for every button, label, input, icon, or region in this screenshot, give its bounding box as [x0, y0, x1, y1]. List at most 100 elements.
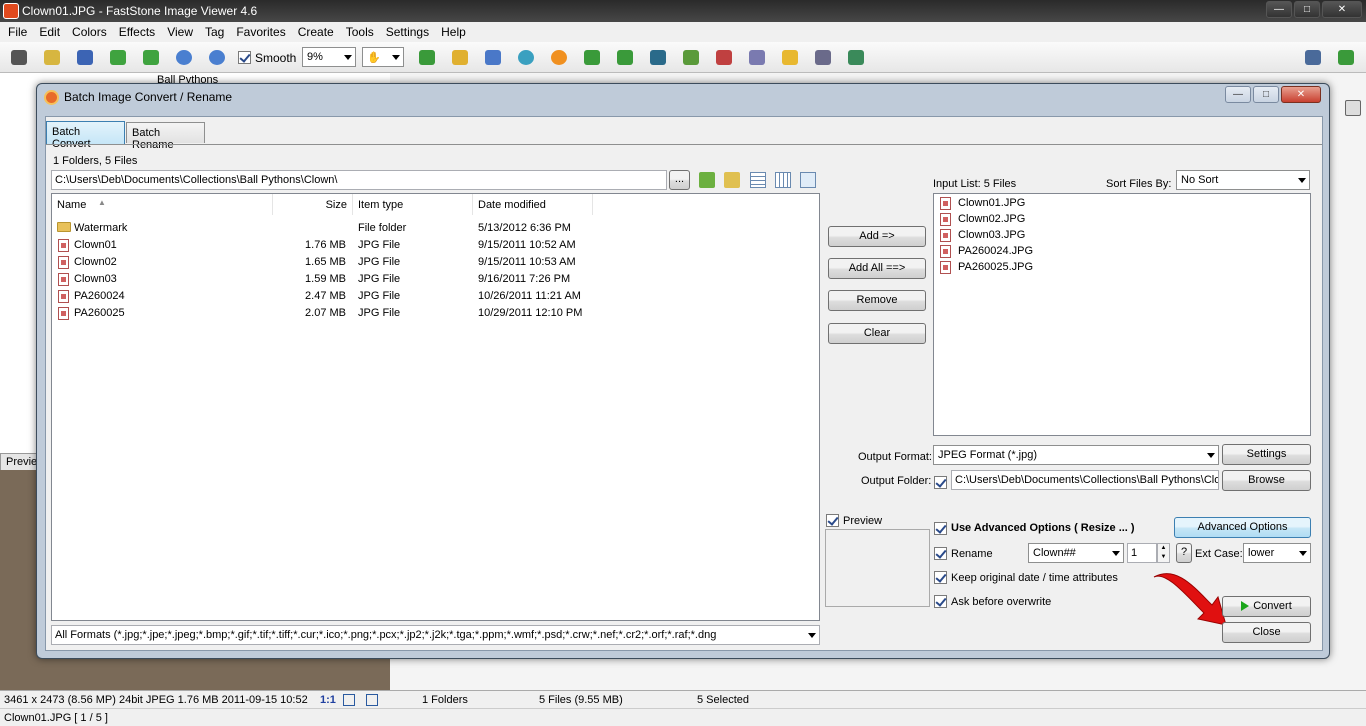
rename-pattern-select[interactable]: Clown## [1028, 543, 1124, 563]
ratio-label[interactable]: 1:1 [320, 694, 336, 706]
input-list-item[interactable]: Clown01.JPG [934, 195, 1310, 212]
clear-button[interactable]: Clear [828, 323, 926, 344]
email-icon[interactable] [779, 47, 801, 68]
rotate-right-icon[interactable] [614, 47, 636, 68]
app-icon [3, 3, 19, 19]
menu-tools[interactable]: Tools [340, 22, 380, 42]
preview-tab[interactable]: Previe [0, 453, 37, 471]
input-list-item[interactable]: Clown02.JPG [934, 211, 1310, 228]
rename-help-button[interactable]: ? [1176, 543, 1192, 563]
menu-colors[interactable]: Colors [66, 22, 113, 42]
print-icon[interactable] [812, 47, 834, 68]
minimize-button[interactable]: — [1266, 1, 1292, 18]
tag-icon[interactable] [845, 47, 867, 68]
dialog-maximize-button[interactable]: □ [1253, 86, 1279, 103]
file-row[interactable]: Watermark File folder 5/13/2012 6:36 PM [52, 220, 819, 237]
preview-checkbox[interactable] [826, 514, 839, 527]
browse-path-button[interactable]: ... [669, 170, 690, 190]
view-list-icon[interactable] [775, 172, 791, 188]
refresh-folder-icon[interactable] [724, 172, 740, 188]
up-folder-icon[interactable] [699, 172, 715, 188]
remove-button[interactable]: Remove [828, 290, 926, 311]
tab-batch-rename[interactable]: Batch Rename [126, 122, 205, 151]
save-icon[interactable] [74, 47, 96, 68]
file-row[interactable]: PA260025 2.07 MB JPG File 10/29/2011 12:10 … [52, 305, 819, 322]
menu-file[interactable]: File [2, 22, 33, 42]
file-row[interactable]: PA260024 2.47 MB JPG File 10/26/2011 11:21 … [52, 288, 819, 305]
zoom-select[interactable]: 9% [302, 47, 356, 67]
fullscreen-icon[interactable] [1335, 47, 1357, 68]
fit-icon[interactable] [343, 694, 355, 706]
camera-icon[interactable] [8, 47, 30, 68]
convert-button[interactable]: Convert [1222, 596, 1311, 617]
output-folder-checkbox[interactable] [934, 476, 947, 489]
close-window-button[interactable]: ✕ [1322, 1, 1362, 18]
add-all-button[interactable]: Add All ==> [828, 258, 926, 279]
menu-favorites[interactable]: Favorites [230, 22, 291, 42]
resize-icon[interactable] [416, 47, 438, 68]
forward-icon[interactable] [140, 47, 162, 68]
frame-icon[interactable] [713, 47, 735, 68]
path-input[interactable]: C:\Users\Deb\Documents\Collections\Ball … [51, 170, 667, 190]
rotate-left-icon[interactable] [581, 47, 603, 68]
output-format-select[interactable]: JPEG Format (*.jpg) [933, 445, 1219, 465]
zoom-out-icon[interactable] [206, 47, 228, 68]
files-count: 5 Files (9.55 MB) [539, 694, 623, 706]
hand-tool-select[interactable]: ✋ [362, 47, 404, 67]
sort-files-select[interactable]: No Sort [1176, 170, 1310, 190]
draw-icon[interactable] [746, 47, 768, 68]
smooth-checkbox[interactable] [238, 51, 251, 64]
keep-date-checkbox[interactable] [934, 571, 947, 584]
input-list-item[interactable]: PA260025.JPG [934, 259, 1310, 276]
menu-create[interactable]: Create [292, 22, 340, 42]
crop-icon[interactable] [449, 47, 471, 68]
file-row[interactable]: Clown03 1.59 MB JPG File 9/16/2011 7:26 PM [52, 271, 819, 288]
browse-output-button[interactable]: Browse [1222, 470, 1311, 491]
user-icon[interactable] [515, 47, 537, 68]
maximize-button[interactable]: □ [1294, 1, 1320, 18]
column-type[interactable]: Item type [353, 194, 473, 215]
ext-case-select[interactable]: lower [1243, 543, 1311, 563]
menu-settings[interactable]: Settings [380, 22, 435, 42]
flip-icon[interactable] [647, 47, 669, 68]
menu-help[interactable]: Help [435, 22, 472, 42]
dialog-close-button[interactable]: ✕ [1281, 86, 1321, 103]
add-button[interactable]: Add => [828, 226, 926, 247]
rename-start-spinner[interactable]: ▲ ▼ [1157, 543, 1170, 563]
close-button[interactable]: Close [1222, 622, 1311, 643]
input-list-item[interactable]: PA260024.JPG [934, 243, 1310, 260]
settings-button[interactable]: Settings [1222, 444, 1311, 465]
file-row[interactable]: Clown01 1.76 MB JPG File 9/15/2011 10:52 AM [52, 237, 819, 254]
color-icon[interactable] [482, 47, 504, 68]
output-folder-input[interactable]: C:\Users\Deb\Documents\Collections\Ball … [951, 470, 1219, 490]
input-file-list[interactable]: Clown01.JPG Clown02.JPG Clown03.JPG PA26002… [933, 193, 1311, 436]
trash-icon[interactable] [1345, 100, 1361, 116]
use-advanced-checkbox[interactable] [934, 522, 947, 535]
zoom-in-icon[interactable] [173, 47, 195, 68]
dialog-minimize-button[interactable]: — [1225, 86, 1251, 103]
advanced-options-button[interactable]: Advanced Options [1174, 517, 1311, 538]
brightness-icon[interactable] [548, 47, 570, 68]
format-filter-select[interactable]: All Formats (*.jpg;*.jpe;*.jpeg;*.bmp;*.… [51, 625, 820, 645]
column-size[interactable]: Size [273, 194, 353, 215]
file-row[interactable]: Clown02 1.65 MB JPG File 9/15/2011 10:53 AM [52, 254, 819, 271]
file-browser-list[interactable]: Name ▲ Size Item type Date modified Water… [51, 193, 820, 621]
menu-edit[interactable]: Edit [33, 22, 66, 42]
rename-checkbox[interactable] [934, 547, 947, 560]
input-list-item[interactable]: Clown03.JPG [934, 227, 1310, 244]
view-thumbnails-icon[interactable] [800, 172, 816, 188]
layout-icon[interactable] [1302, 47, 1324, 68]
menu-tag[interactable]: Tag [199, 22, 230, 42]
open-folder-icon[interactable] [41, 47, 63, 68]
ask-overwrite-checkbox[interactable] [934, 595, 947, 608]
menu-effects[interactable]: Effects [113, 22, 161, 42]
view-details-icon[interactable] [750, 172, 766, 188]
fullsize-icon[interactable] [366, 694, 378, 706]
back-icon[interactable] [107, 47, 129, 68]
slideshow-icon[interactable] [680, 47, 702, 68]
tab-batch-convert[interactable]: Batch Convert [46, 121, 125, 150]
column-name[interactable]: Name ▲ [52, 194, 273, 215]
menu-view[interactable]: View [161, 22, 199, 42]
column-date[interactable]: Date modified [473, 194, 593, 215]
rename-start-input[interactable]: 1 [1127, 543, 1157, 563]
